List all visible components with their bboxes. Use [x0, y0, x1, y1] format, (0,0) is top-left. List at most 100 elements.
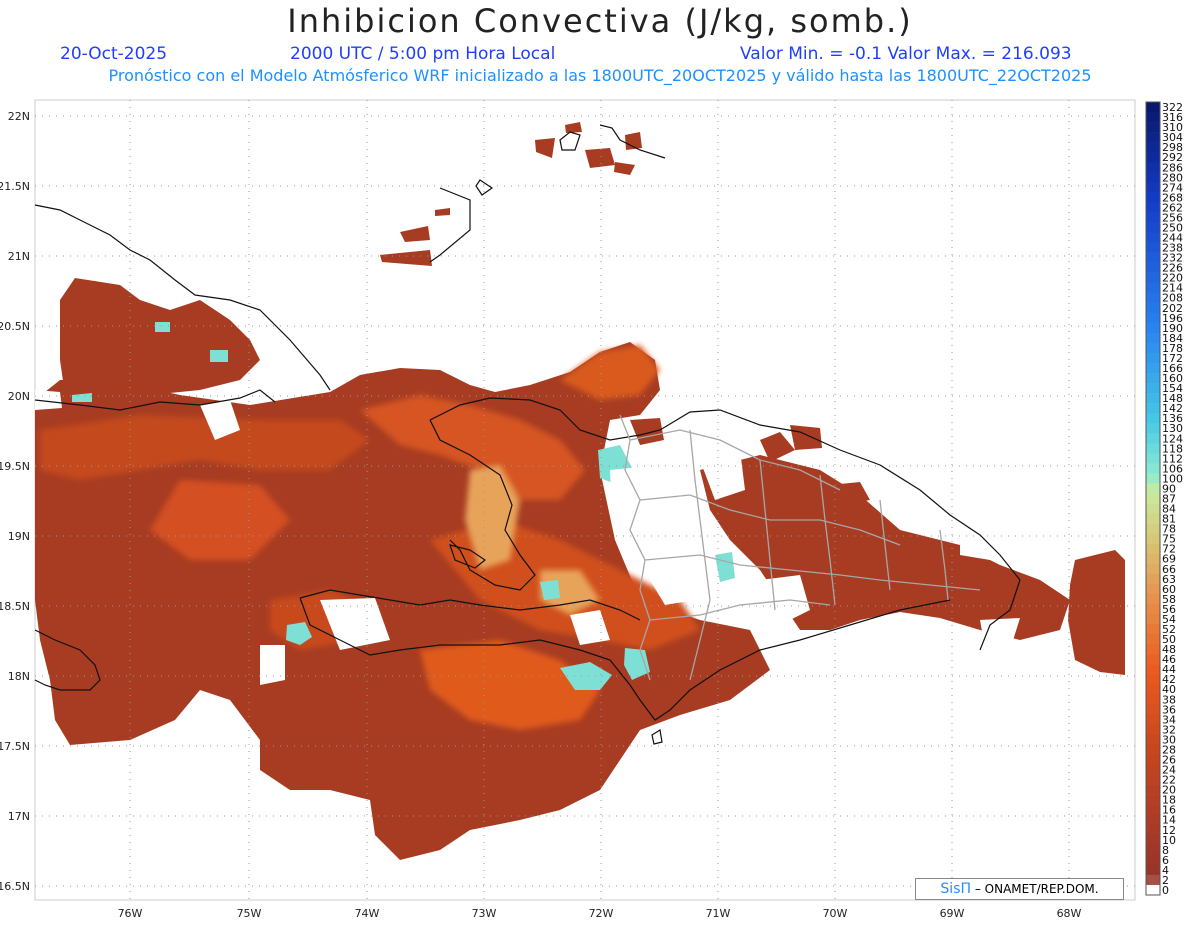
colorbar-swatch: [1146, 473, 1160, 484]
colorbar-swatch: [1146, 222, 1160, 233]
colorbar-swatch: [1146, 794, 1160, 805]
colorbar-swatch: [1146, 403, 1160, 414]
colorbar-swatch: [1146, 292, 1160, 304]
colorbar-swatch: [1146, 523, 1160, 534]
colorbar-swatch: [1146, 784, 1160, 795]
colorbar-swatch: [1146, 443, 1160, 454]
colorbar-swatch: [1146, 413, 1160, 424]
colorbar-swatch: [1146, 352, 1160, 364]
colorbar-swatch: [1146, 383, 1160, 394]
lon-label: 75W: [237, 907, 262, 920]
colorbar-swatch: [1146, 252, 1160, 263]
lon-label: 68W: [1057, 907, 1082, 920]
colorbar-swatch: [1146, 834, 1160, 846]
colorbar-swatch: [1146, 543, 1160, 555]
lat-label: 17N: [8, 810, 30, 823]
lon-label: 70W: [823, 907, 848, 920]
colorbar-swatch: [1146, 393, 1160, 404]
lat-label: 21.5N: [0, 180, 30, 193]
colorbar-swatch: [1146, 744, 1160, 755]
colorbar-swatch: [1146, 202, 1160, 213]
colorbar-swatch: [1146, 332, 1160, 344]
colorbar-label: 0: [1162, 884, 1169, 897]
colorbar-swatch: [1146, 132, 1160, 143]
colorbar-swatch: [1146, 312, 1160, 324]
lat-label: 19.5N: [0, 460, 30, 473]
lat-labels: 22N 21.5N 21N 20.5N 20N 19.5N 19N 18.5N …: [0, 110, 30, 893]
cin-field-mona: [1068, 550, 1125, 675]
colorbar-swatch: [1146, 613, 1160, 625]
lon-label: 74W: [355, 907, 380, 920]
colorbar-swatch: [1146, 182, 1160, 193]
colorbar-swatch: [1146, 423, 1160, 434]
colorbar-swatch: [1146, 453, 1160, 464]
credit-box: SisΠ – ONAMET/REP.DOM.: [915, 878, 1124, 900]
lat-label: 17.5N: [0, 740, 30, 753]
colorbar-swatch: [1146, 804, 1160, 815]
lon-label: 69W: [940, 907, 965, 920]
lat-label: 18.5N: [0, 600, 30, 613]
colorbar-swatch: [1146, 272, 1160, 283]
colorbar-swatch: [1146, 874, 1160, 886]
colorbar-swatch: [1146, 573, 1160, 585]
lat-label: 20N: [8, 390, 30, 403]
colorbar-swatch: [1146, 503, 1160, 514]
colorbar-swatch: [1146, 162, 1160, 173]
lon-label: 72W: [589, 907, 614, 920]
colorbar-swatch: [1146, 884, 1160, 896]
colorbar-swatch: [1146, 463, 1160, 474]
colorbar-swatch: [1146, 824, 1160, 836]
colorbar-swatch: [1146, 694, 1160, 705]
lat-label: 18N: [8, 670, 30, 683]
colorbar-swatch: [1146, 553, 1160, 565]
colorbar-swatch: [1146, 774, 1160, 785]
colorbar-swatch: [1146, 533, 1160, 544]
credit-text: – ONAMET/REP.DOM.: [974, 882, 1099, 896]
lat-label: 20.5N: [0, 320, 30, 333]
colorbar-swatch: [1146, 764, 1160, 775]
colorbar-swatch: [1146, 854, 1160, 866]
colorbar-swatch: [1146, 232, 1160, 243]
colorbar-swatch: [1146, 593, 1160, 605]
colorbar-swatch: [1146, 623, 1160, 635]
colorbar-swatch: [1146, 513, 1160, 524]
colorbar: 3223163103042982922862802742682622562502…: [1145, 101, 1183, 897]
lat-label: 16.5N: [0, 880, 30, 893]
colorbar-swatch: [1146, 172, 1160, 183]
colorbar-swatch: [1146, 112, 1160, 123]
colorbar-swatch: [1146, 362, 1160, 374]
colorbar-swatch: [1146, 212, 1160, 223]
colorbar-swatch: [1146, 302, 1160, 314]
colorbar-swatch: [1146, 754, 1160, 765]
colorbar-swatch: [1146, 644, 1160, 655]
lat-label: 21N: [8, 250, 30, 263]
colorbar-swatch: [1146, 714, 1160, 725]
colorbar-swatch: [1146, 262, 1160, 273]
colorbar-swatch: [1146, 122, 1160, 133]
colorbar-swatch: [1146, 483, 1160, 494]
colorbar-swatch: [1146, 684, 1160, 695]
colorbar-swatch: [1146, 583, 1160, 595]
colorbar-swatch: [1146, 563, 1160, 575]
colorbar-swatch: [1146, 674, 1160, 685]
colorbar-swatch: [1146, 282, 1160, 294]
colorbar-swatch: [1146, 704, 1160, 715]
colorbar-swatch: [1146, 814, 1160, 826]
colorbar-swatch: [1146, 373, 1160, 384]
colorbar-swatch: [1146, 102, 1160, 113]
colorbar-swatch: [1146, 322, 1160, 334]
colorbar-swatch: [1146, 724, 1160, 735]
lon-label: 73W: [472, 907, 497, 920]
colorbar-swatch: [1146, 603, 1160, 615]
colorbar-swatch: [1146, 634, 1160, 645]
colorbar-swatch: [1146, 664, 1160, 675]
colorbar-swatch: [1146, 844, 1160, 856]
colorbar-swatch: [1146, 192, 1160, 203]
colorbar-swatch: [1146, 433, 1160, 444]
colorbar-swatch: [1146, 864, 1160, 876]
colorbar-swatch: [1146, 342, 1160, 354]
lat-label: 22N: [8, 110, 30, 123]
lon-labels: 76W 75W 74W 73W 72W 71W 70W 69W 68W: [118, 907, 1082, 920]
colorbar-swatch: [1146, 152, 1160, 163]
colorbar-swatch: [1146, 493, 1160, 504]
